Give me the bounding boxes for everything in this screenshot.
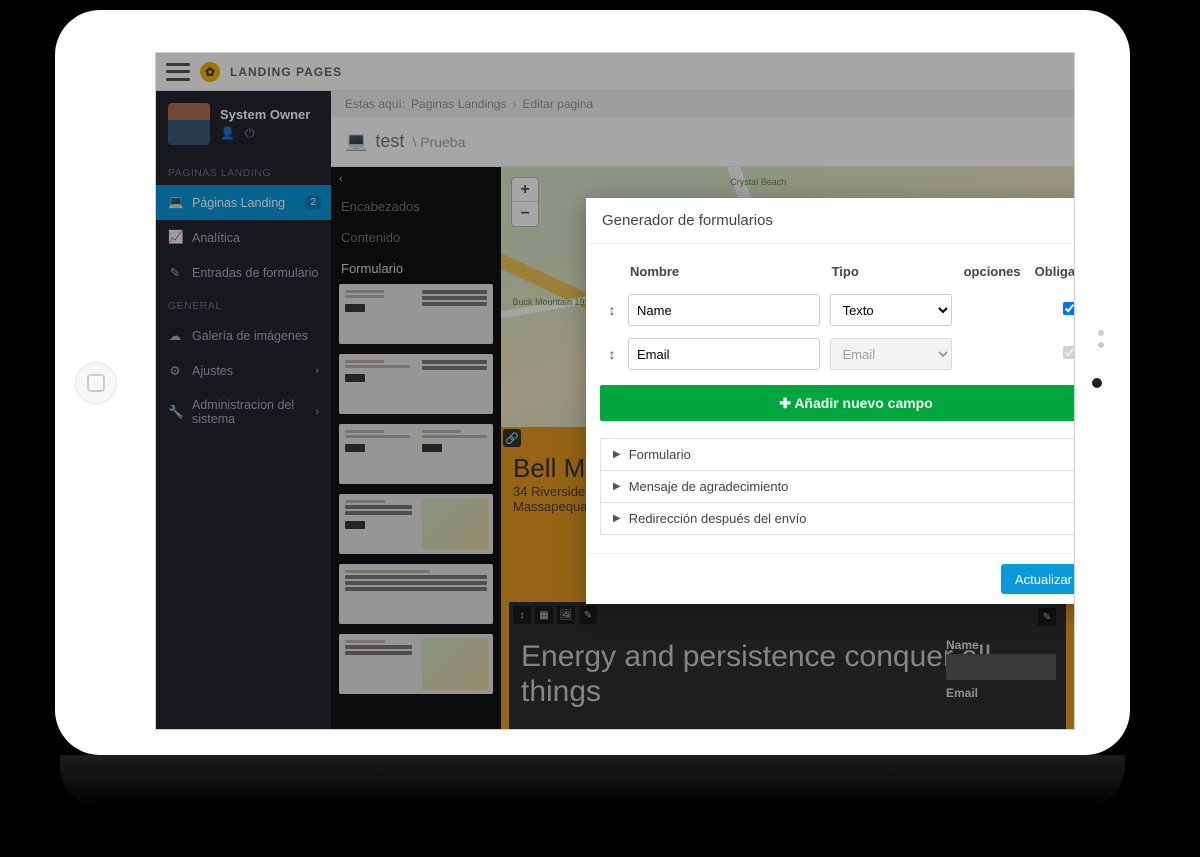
- required-checkbox: [1063, 346, 1075, 359]
- accordion-label: Formulario: [629, 447, 691, 462]
- field-name-input[interactable]: [628, 338, 820, 370]
- form-builder-modal: Generador de formularios Nombre Tipo opc…: [586, 198, 1075, 604]
- add-field-label: Añadir nuevo campo: [794, 395, 932, 411]
- accordion-label: Redirección después del envío: [629, 511, 807, 526]
- caret-right-icon: ▶: [613, 449, 621, 460]
- drag-handle-icon[interactable]: ↕: [602, 333, 622, 375]
- update-button[interactable]: Actualizar: [1001, 564, 1075, 594]
- accordion-mensaje[interactable]: ▶ Mensaje de agradecimiento: [600, 470, 1075, 503]
- tablet-frame: ✿ LANDING PAGES System Owner 👤 ⏻ PAGINAS…: [55, 10, 1130, 755]
- plus-icon: ✚: [779, 395, 791, 411]
- field-type-select: Email: [830, 338, 952, 370]
- accordion-redireccion[interactable]: ▶ Redirección después del envío: [600, 502, 1075, 535]
- camera-icon: [1092, 378, 1102, 388]
- col-nombre: Nombre: [624, 256, 824, 287]
- home-button[interactable]: [75, 362, 117, 404]
- accordion-formulario[interactable]: ▶ Formulario: [600, 438, 1075, 471]
- accordion-label: Mensaje de agradecimiento: [629, 479, 789, 494]
- caret-right-icon: ▶: [613, 513, 621, 524]
- add-field-button[interactable]: ✚ Añadir nuevo campo: [600, 385, 1075, 421]
- col-opciones: opciones: [958, 256, 1027, 287]
- field-name-input[interactable]: [628, 294, 820, 326]
- col-obligatorio: Obligatorio: [1029, 256, 1075, 287]
- required-checkbox[interactable]: [1063, 302, 1075, 315]
- field-type-select[interactable]: Texto: [830, 294, 952, 326]
- drag-handle-icon[interactable]: ↕: [602, 289, 622, 331]
- caret-right-icon: ▶: [613, 481, 621, 492]
- col-tipo: Tipo: [826, 256, 956, 287]
- app-screen: ✿ LANDING PAGES System Owner 👤 ⏻ PAGINAS…: [155, 52, 1075, 730]
- modal-title: Generador de formularios: [586, 198, 1075, 244]
